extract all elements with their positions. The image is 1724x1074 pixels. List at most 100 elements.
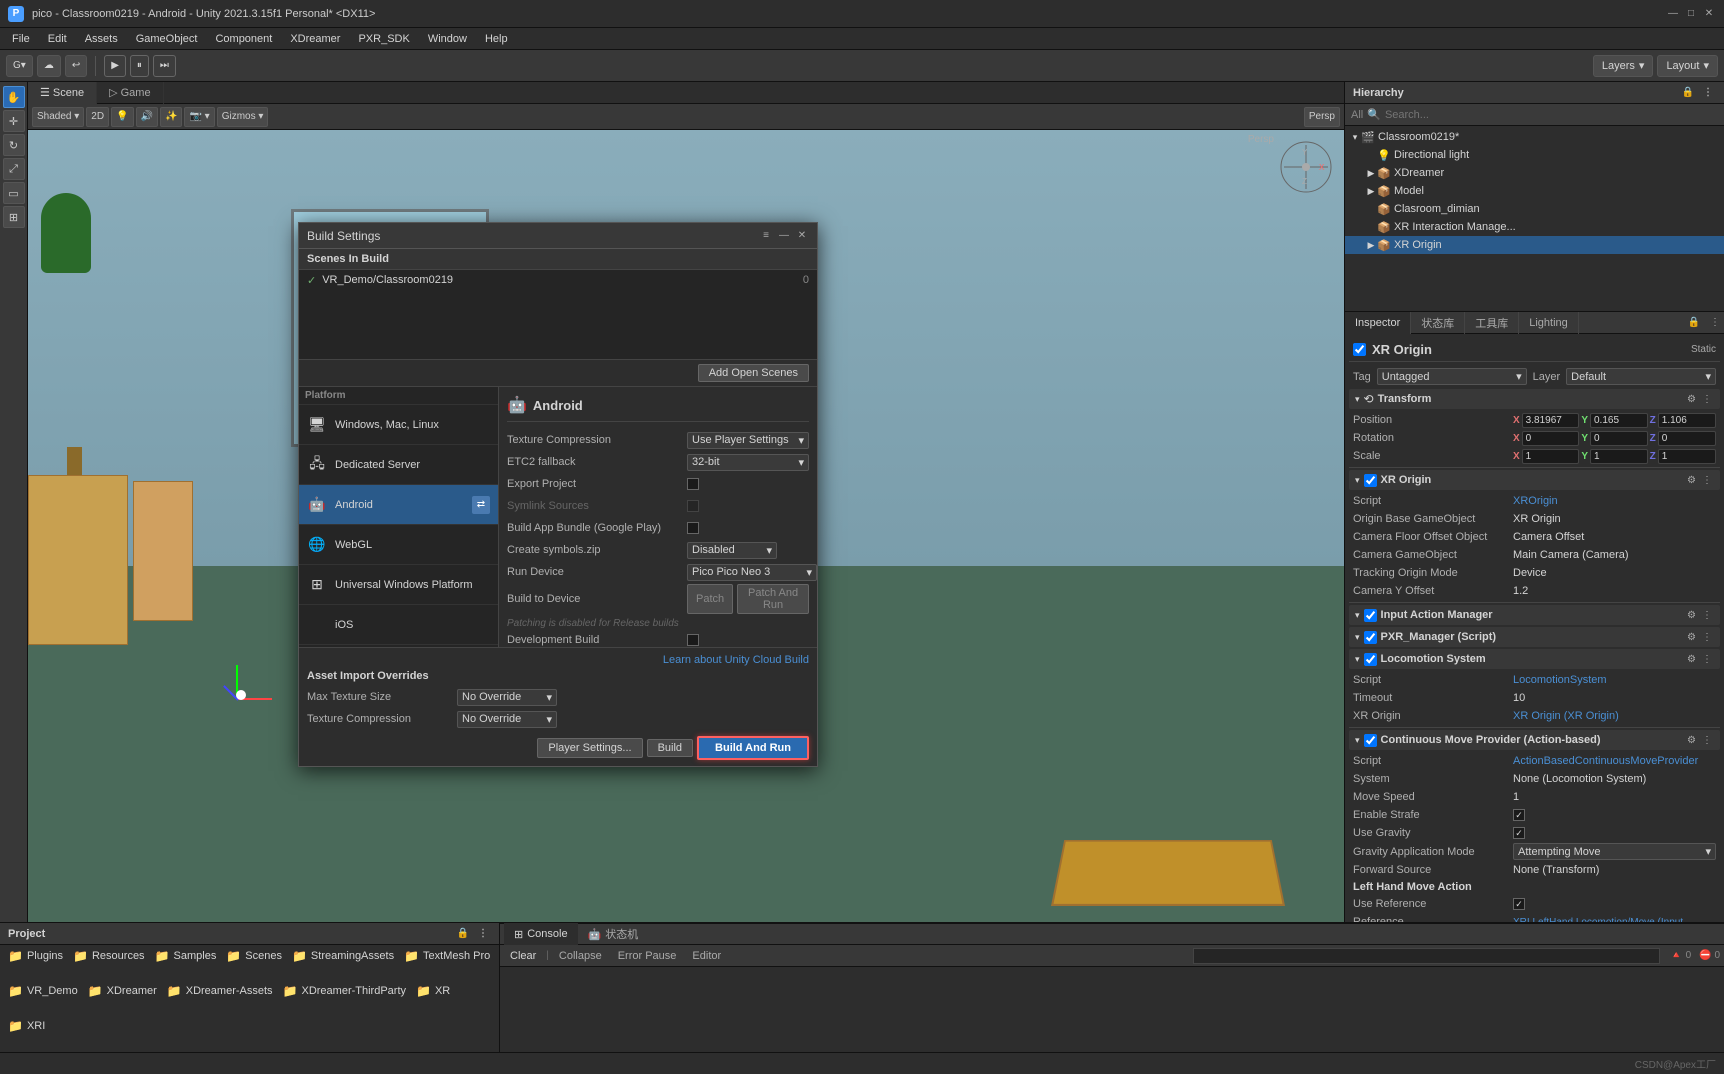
inspector-lock-icon[interactable]: 🔒 — [1684, 317, 1704, 328]
tree-xr-origin[interactable]: ▶ 📦 XR Origin — [1345, 236, 1724, 254]
patch-and-run-btn[interactable]: Patch And Run — [737, 584, 809, 614]
pxr-more-icon[interactable]: ⋮ — [1700, 632, 1714, 643]
tab-lighting[interactable]: Lighting — [1519, 312, 1579, 334]
transform-tool[interactable]: ⊞ — [3, 206, 25, 228]
build-and-run-btn[interactable]: Build And Run — [697, 736, 809, 760]
learn-link[interactable]: Learn about Unity Cloud Build — [307, 654, 809, 666]
console-search-input[interactable] — [1193, 948, 1661, 964]
menu-xdreamer[interactable]: XDreamer — [282, 31, 348, 47]
close-button[interactable]: ✕ — [1702, 7, 1716, 21]
layer-dropdown[interactable]: Default ▾ — [1566, 368, 1716, 385]
play-button[interactable]: ▶ — [104, 55, 126, 77]
hierarchy-menu-icon[interactable]: ⋮ — [1700, 85, 1716, 101]
scale-tool[interactable]: ⤢ — [3, 158, 25, 180]
folder-streaming[interactable]: 📁StreamingAssets — [288, 947, 398, 965]
scale-x-input[interactable] — [1522, 449, 1580, 464]
dialog-close-btn[interactable]: ✕ — [795, 229, 809, 243]
cm-more-icon[interactable]: ⋮ — [1700, 735, 1714, 746]
loco-script-value[interactable]: LocomotionSystem — [1513, 674, 1607, 686]
continuous-move-header[interactable]: ▾ Continuous Move Provider (Action-based… — [1349, 730, 1720, 750]
loco-xr-origin-value[interactable]: XR Origin (XR Origin) — [1513, 710, 1619, 722]
hand-tool[interactable]: ✋ — [3, 86, 25, 108]
pos-y-input[interactable] — [1590, 413, 1648, 428]
rot-x-input[interactable] — [1522, 431, 1580, 446]
xr-origin-settings-icon[interactable]: ⚙ — [1685, 475, 1698, 486]
account-btn[interactable]: G▾ — [6, 55, 33, 77]
input-action-active[interactable] — [1364, 609, 1377, 622]
xro-script-value[interactable]: XROrigin — [1513, 495, 1558, 507]
locomotion-more-icon[interactable]: ⋮ — [1700, 654, 1714, 665]
max-texture-dropdown[interactable]: No Override ▾ — [457, 689, 557, 706]
gizmos-btn[interactable]: Gizmos ▾ — [217, 107, 269, 127]
cm-settings-icon[interactable]: ⚙ — [1685, 735, 1698, 746]
android-switch-btn[interactable]: ⇄ — [472, 496, 490, 514]
dialog-minimize-btn[interactable]: — — [777, 229, 791, 243]
tree-scene-root[interactable]: ▾ 🎬 Classroom0219* — [1345, 128, 1724, 146]
hierarchy-search-input[interactable] — [1385, 109, 1718, 121]
export-checkbox[interactable] — [687, 478, 699, 490]
texture-compression-dropdown[interactable]: Use Player Settings ▾ — [687, 432, 809, 449]
scale-z-input[interactable] — [1658, 449, 1716, 464]
tab-console[interactable]: ⊞ Console — [504, 923, 578, 945]
step-button[interactable]: ⏭ — [153, 55, 176, 77]
cloud-btn[interactable]: ☁ — [37, 55, 61, 77]
maximize-button[interactable]: □ — [1684, 7, 1698, 21]
folder-resources[interactable]: 📁Resources — [69, 947, 149, 965]
menu-pxrsdk[interactable]: PXR_SDK — [350, 31, 417, 47]
pxr-active[interactable] — [1364, 631, 1377, 644]
build-btn[interactable]: Build — [647, 739, 693, 757]
console-error-pause-btn[interactable]: Error Pause — [612, 949, 683, 963]
locomotion-active[interactable] — [1364, 653, 1377, 666]
menu-edit[interactable]: Edit — [40, 31, 75, 47]
platform-android[interactable]: 🤖 Android ⇄ — [299, 485, 498, 525]
folder-xdreamer-assets[interactable]: 📁XDreamer-Assets — [163, 982, 277, 1000]
console-clear-btn[interactable]: Clear — [504, 949, 542, 963]
shading-dropdown[interactable]: Shaded ▾ — [32, 107, 84, 127]
player-settings-btn[interactable]: Player Settings... — [537, 738, 642, 758]
dev-build-checkbox[interactable] — [687, 634, 699, 646]
folder-xdreamer-third[interactable]: 📁XDreamer-ThirdParty — [279, 982, 410, 1000]
rect-tool[interactable]: ▭ — [3, 182, 25, 204]
xr-origin-more-icon[interactable]: ⋮ — [1700, 475, 1714, 486]
project-lock-icon[interactable]: 🔒 — [455, 926, 471, 942]
rot-z-input[interactable] — [1658, 431, 1716, 446]
patch-btn[interactable]: Patch — [687, 584, 733, 614]
xr-origin-comp-header[interactable]: ▾ XR Origin ⚙ ⋮ — [1349, 470, 1720, 490]
texture-comp-asset-dropdown[interactable]: No Override ▾ — [457, 711, 557, 728]
tab-game[interactable]: ▷ Game — [97, 82, 163, 104]
folder-samples[interactable]: 📁Samples — [151, 947, 221, 965]
minimize-button[interactable]: — — [1666, 7, 1680, 21]
tree-xdreamer[interactable]: ▶ 📦 XDreamer — [1345, 164, 1724, 182]
cm-grav-mode-dropdown[interactable]: Attempting Move ▾ — [1513, 843, 1716, 860]
tab-scene[interactable]: ☰ Scene — [28, 82, 97, 104]
console-collapse-btn[interactable]: Collapse — [553, 949, 608, 963]
scene-camera-btn[interactable]: 📷 ▾ — [184, 107, 214, 127]
audio-btn[interactable]: 🔊 — [136, 107, 158, 127]
platform-uwp[interactable]: ⊞ Universal Windows Platform — [299, 565, 498, 605]
tab-state-machine[interactable]: 🤖 状态机 — [578, 923, 649, 945]
layers-dropdown[interactable]: Layers ▾ — [1593, 55, 1654, 77]
folder-xdreamer[interactable]: 📁XDreamer — [84, 982, 161, 1000]
tree-directional-light[interactable]: 💡 Directional light — [1345, 146, 1724, 164]
app-bundle-checkbox[interactable] — [687, 522, 699, 534]
pxr-settings-icon[interactable]: ⚙ — [1685, 632, 1698, 643]
input-action-header[interactable]: ▾ Input Action Manager ⚙ ⋮ — [1349, 605, 1720, 625]
locomotion-header[interactable]: ▾ Locomotion System ⚙ ⋮ — [1349, 649, 1720, 669]
platform-windows[interactable]: 🖥 Windows, Mac, Linux — [299, 405, 498, 445]
menu-component[interactable]: Component — [207, 31, 280, 47]
active-toggle[interactable] — [1353, 343, 1366, 356]
add-open-scenes-btn[interactable]: Add Open Scenes — [698, 364, 809, 382]
layout-dropdown[interactable]: Layout ▾ — [1657, 55, 1718, 77]
symbols-dropdown[interactable]: Disabled ▾ — [687, 542, 777, 559]
2d-btn[interactable]: 2D — [86, 107, 109, 127]
menu-window[interactable]: Window — [420, 31, 475, 47]
folder-plugins[interactable]: 📁Plugins — [4, 947, 67, 965]
xr-origin-active[interactable] — [1364, 474, 1377, 487]
persp-btn[interactable]: Persp — [1304, 107, 1340, 127]
transform-more-icon[interactable]: ⋮ — [1700, 394, 1714, 405]
menu-assets[interactable]: Assets — [77, 31, 126, 47]
hierarchy-lock-icon[interactable]: 🔒 — [1680, 85, 1696, 101]
menu-file[interactable]: File — [4, 31, 38, 47]
menu-gameobject[interactable]: GameObject — [128, 31, 206, 47]
pxr-manager-header[interactable]: ▾ PXR_Manager (Script) ⚙ ⋮ — [1349, 627, 1720, 647]
